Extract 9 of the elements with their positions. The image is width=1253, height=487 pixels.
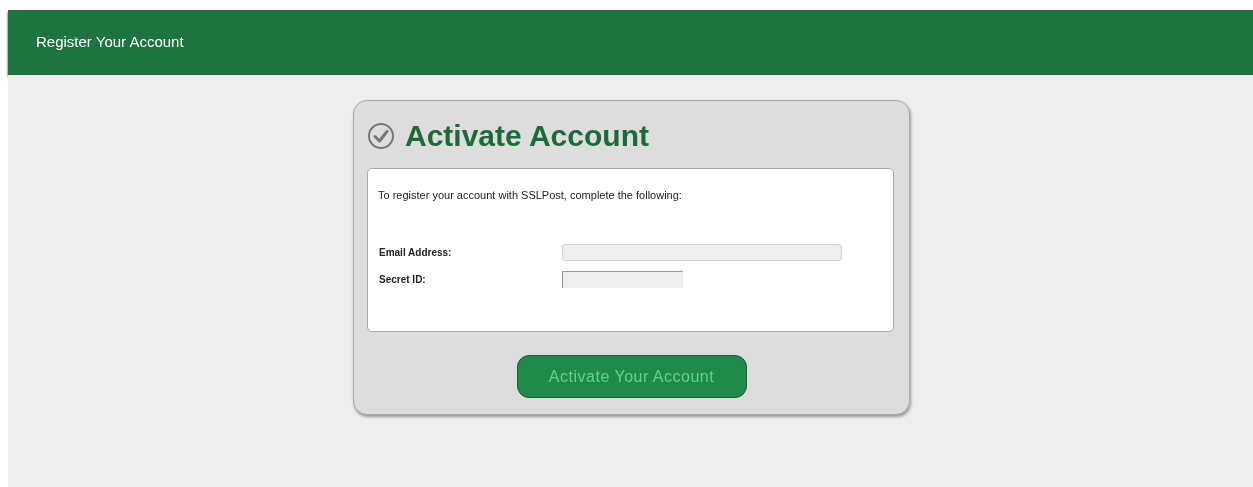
input-field[interactable] (562, 243, 842, 261)
activate-button[interactable]: Activate Your Account (516, 355, 747, 398)
input-field[interactable] (562, 270, 683, 288)
field-label: Email Address: (378, 245, 453, 260)
intro-text: To register your account with SSLPost, complete the following: (378, 188, 683, 203)
field-label: Secret ID: (378, 272, 427, 287)
check-circle-icon (367, 122, 395, 150)
header-title: Register Your Account (36, 32, 184, 53)
card-title: Activate Account (405, 119, 649, 153)
